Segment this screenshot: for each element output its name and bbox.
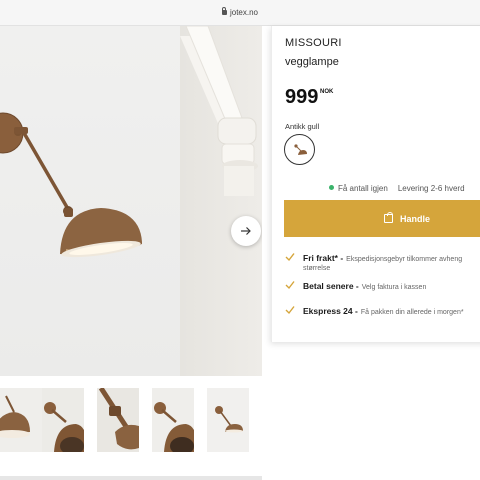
delivery-text: Levering 2-6 hverd xyxy=(397,184,465,193)
product-type: vegglampe xyxy=(285,56,339,68)
benefit-detail: Velg faktura i kassen xyxy=(361,284,427,291)
benefit-item: Betal senere - Velg faktura i kassen xyxy=(285,280,480,305)
stock-status: Få antall igjen Levering 2-6 hverd xyxy=(329,184,465,193)
product-info-panel: MISSOURI vegglampe 999 NOK Antikk gull F… xyxy=(271,26,480,342)
check-icon xyxy=(285,281,295,290)
check-icon xyxy=(285,253,295,262)
url-display[interactable]: jotex.no xyxy=(0,7,480,17)
price-currency: NOK xyxy=(320,89,334,95)
benefit-title: Fri frakt* - xyxy=(303,253,344,263)
arrow-right-icon xyxy=(241,227,251,235)
variant-swatch-antikk-gull[interactable] xyxy=(284,134,315,165)
thumbnail-4[interactable] xyxy=(152,388,194,452)
benefit-detail: Få pakken din allerede i morgen* xyxy=(360,309,464,316)
buy-button[interactable]: Handle xyxy=(284,200,480,237)
benefits-list: Fri frakt* - Ekspedisjonsgebyr tilkommer … xyxy=(285,252,480,333)
variant-label: Antikk gull xyxy=(285,122,320,131)
buy-button-label: Handle xyxy=(400,213,431,224)
wall-lamp-image xyxy=(0,112,142,258)
product-price: 999 xyxy=(285,86,319,108)
product-gallery xyxy=(0,26,262,376)
next-image-button[interactable] xyxy=(231,216,261,246)
benefit-title: Ekspress 24 - xyxy=(303,306,358,316)
lamp-swatch-icon xyxy=(293,143,307,155)
benefit-item: Ekspress 24 - Få pakken din allerede i mo… xyxy=(285,305,480,333)
thumbnail-5[interactable] xyxy=(207,388,249,452)
url-text: jotex.no xyxy=(229,8,259,17)
benefit-detail: Ekspedisjonsgebyr tilkommer avheng xyxy=(346,256,463,263)
stock-text: Få antall igjen xyxy=(338,184,388,193)
browser-url-bar[interactable]: jotex.no xyxy=(0,0,480,26)
thumbnail-2[interactable] xyxy=(42,388,84,452)
shopping-bag-icon xyxy=(384,212,393,223)
scroll-indicator xyxy=(0,476,262,480)
benefit-title: Betal senere - xyxy=(303,281,359,291)
product-brand: MISSOURI xyxy=(285,37,342,49)
check-icon xyxy=(285,306,295,315)
thumbnail-3[interactable] xyxy=(97,388,139,452)
thumbnail-strip xyxy=(0,388,262,452)
lamp-closeup-image xyxy=(180,26,258,196)
benefit-item: Fri frakt* - Ekspedisjonsgebyr tilkommer … xyxy=(285,252,480,280)
secondary-product-photo[interactable] xyxy=(180,26,262,376)
thumbnail-1[interactable] xyxy=(0,388,42,452)
in-stock-dot-icon xyxy=(329,185,334,190)
lock-icon xyxy=(221,7,227,15)
benefit-detail-continued: størrelse xyxy=(303,265,331,272)
main-product-photo[interactable] xyxy=(0,26,180,376)
